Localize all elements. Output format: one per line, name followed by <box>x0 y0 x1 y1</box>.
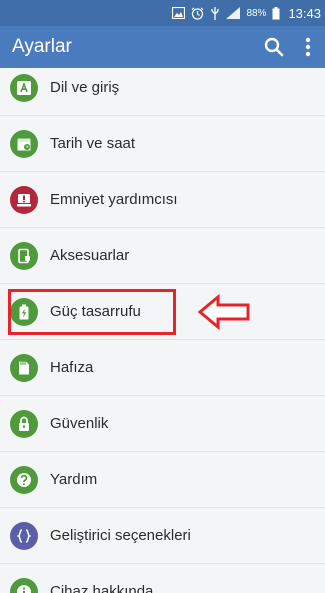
settings-item-storage[interactable]: Hafıza <box>0 340 325 396</box>
settings-item-security[interactable]: Güvenlik <box>0 396 325 452</box>
settings-item-about-device[interactable]: Cihaz hakkında <box>0 564 325 593</box>
battery-percent: 88% <box>246 7 267 19</box>
search-icon <box>264 37 284 57</box>
lock-icon <box>10 409 38 438</box>
usb-icon <box>210 6 220 20</box>
more-vert-icon <box>305 37 311 57</box>
search-button[interactable] <box>257 26 291 68</box>
overflow-menu-button[interactable] <box>291 26 325 68</box>
settings-item-date-time[interactable]: Tarih ve saat <box>0 116 325 172</box>
info-icon <box>10 577 38 593</box>
alert-icon <box>10 185 38 214</box>
settings-item-label: Tarih ve saat <box>50 135 136 152</box>
settings-item-accessories[interactable]: Aksesuarlar <box>0 228 325 284</box>
settings-item-label: Güvenlik <box>50 415 109 432</box>
settings-item-label: Dil ve giriş <box>50 79 120 96</box>
clock: 13:43 <box>288 5 321 21</box>
settings-item-label: Geliştirici seçenekleri <box>50 527 191 544</box>
settings-item-label: Emniyet yardımcısı <box>50 191 178 208</box>
left-arrow-icon <box>198 294 250 330</box>
highlight-box <box>8 289 176 335</box>
settings-item-safety-assistance[interactable]: Emniyet yardımcısı <box>0 172 325 228</box>
help-icon <box>10 465 38 494</box>
language-icon <box>10 73 38 102</box>
settings-item-developer-options[interactable]: Geliştirici seçenekleri <box>0 508 325 564</box>
signal-icon <box>226 6 241 20</box>
accessory-icon <box>10 241 38 270</box>
action-bar: Ayarlar <box>0 26 325 68</box>
alarm-icon <box>191 6 204 20</box>
calendar-icon <box>10 129 38 158</box>
settings-item-label: Aksesuarlar <box>50 247 130 264</box>
settings-item-help[interactable]: Yardım <box>0 452 325 508</box>
battery-icon <box>272 6 280 20</box>
storage-icon <box>10 353 38 382</box>
settings-item-label: Yardım <box>50 471 98 488</box>
page-title: Ayarlar <box>12 36 72 57</box>
image-notification-icon <box>172 6 186 20</box>
settings-item-label: Cihaz hakkında <box>50 583 154 593</box>
status-bar: 88% 13:43 <box>0 0 325 26</box>
settings-item-label: Hafıza <box>50 359 94 376</box>
settings-screen: 88% 13:43 Ayarlar Dil ve giriş Tarih ve … <box>0 0 325 593</box>
developer-icon <box>10 521 38 550</box>
settings-item-language[interactable]: Dil ve giriş <box>0 68 325 116</box>
